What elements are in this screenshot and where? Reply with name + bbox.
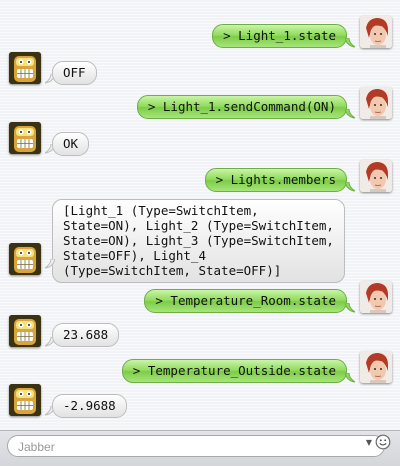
- message-row: -2.9688: [0, 384, 400, 422]
- chat-transcript: > Light_1.state OFF > Light_1.sendComman…: [0, 0, 400, 430]
- incoming-message-bubble: OK: [52, 132, 90, 156]
- user-avatar: [360, 351, 392, 383]
- bot-avatar: [9, 52, 41, 84]
- outgoing-message-bubble: > Light_1.state: [212, 24, 347, 48]
- user-avatar: [360, 87, 392, 119]
- input-bar: Jabber ▼: [0, 430, 400, 466]
- bot-avatar: [9, 315, 41, 347]
- message-row: > Lights.members: [0, 158, 400, 198]
- bot-avatar: [9, 122, 41, 154]
- user-avatar: [360, 16, 392, 48]
- user-portrait-icon: [360, 351, 392, 383]
- message-row: > Light_1.state: [0, 16, 400, 56]
- robot-avatar-icon: [9, 315, 41, 347]
- user-avatar: [360, 160, 392, 192]
- user-avatar: [360, 281, 392, 313]
- user-portrait-icon: [360, 281, 392, 313]
- robot-avatar-icon: [9, 243, 41, 275]
- smiley-icon[interactable]: [375, 434, 391, 450]
- outgoing-message-bubble: > Lights.members: [204, 168, 347, 192]
- incoming-message-bubble: [Light_1 (Type=SwitchItem, State=ON), Li…: [52, 199, 345, 283]
- bubble-tail: [345, 182, 355, 192]
- message-row: [Light_1 (Type=SwitchItem, State=ON), Li…: [0, 199, 400, 283]
- message-row: > Temperature_Outside.state: [0, 349, 400, 389]
- bubble-tail: [345, 38, 355, 48]
- robot-avatar-icon: [9, 384, 41, 416]
- message-input[interactable]: Jabber: [7, 435, 385, 457]
- outgoing-message-bubble: > Temperature_Outside.state: [121, 359, 347, 383]
- user-portrait-icon: [360, 160, 392, 192]
- robot-avatar-icon: [9, 52, 41, 84]
- incoming-message-bubble: OFF: [52, 61, 97, 85]
- bubble-tail: [345, 109, 355, 119]
- incoming-message-bubble: 23.688: [52, 323, 120, 347]
- robot-avatar-icon: [9, 122, 41, 154]
- message-row: 23.688: [0, 313, 400, 351]
- user-portrait-icon: [360, 16, 392, 48]
- bubble-tail: [45, 259, 55, 269]
- incoming-message-bubble: -2.9688: [52, 394, 127, 418]
- message-row: OK: [0, 122, 400, 160]
- bot-avatar: [9, 384, 41, 416]
- message-row: > Light_1.sendCommand(ON): [0, 85, 400, 125]
- bot-avatar: [9, 243, 41, 275]
- chevron-down-icon[interactable]: ▼: [366, 438, 372, 447]
- message-input-placeholder: Jabber: [18, 440, 55, 454]
- user-portrait-icon: [360, 87, 392, 119]
- bubble-tail: [345, 373, 355, 383]
- outgoing-message-bubble: > Temperature_Room.state: [144, 289, 347, 313]
- outgoing-message-bubble: > Light_1.sendCommand(ON): [136, 95, 347, 119]
- bubble-tail: [345, 303, 355, 313]
